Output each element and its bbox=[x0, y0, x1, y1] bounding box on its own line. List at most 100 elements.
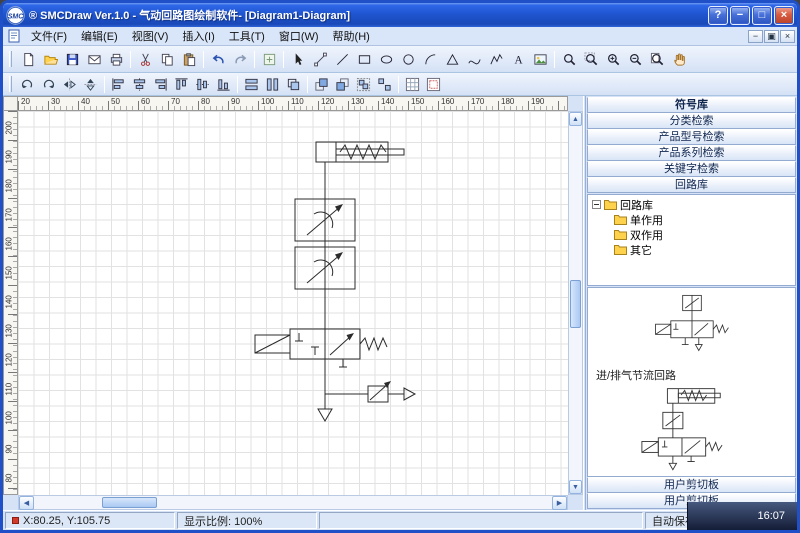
cut-button[interactable] bbox=[134, 48, 156, 70]
align-right-button[interactable] bbox=[150, 74, 171, 94]
mdi-minimize-button[interactable]: − bbox=[748, 30, 763, 43]
toolbar-separator bbox=[554, 51, 555, 68]
bring-front-button[interactable] bbox=[311, 74, 332, 94]
align-top-button[interactable] bbox=[171, 74, 192, 94]
zoom-window-button[interactable] bbox=[580, 48, 602, 70]
rotate-left-button[interactable] bbox=[17, 74, 38, 94]
scroll-right-arrow[interactable]: ▶ bbox=[552, 496, 567, 510]
align-middle-button[interactable] bbox=[192, 74, 213, 94]
user-clipboard-button-0[interactable]: 用户剪切板 bbox=[587, 477, 796, 493]
same-height-button[interactable] bbox=[262, 74, 283, 94]
minimize-button[interactable]: − bbox=[730, 6, 750, 25]
zoom-out-button[interactable] bbox=[624, 48, 646, 70]
help-button[interactable]: ? bbox=[708, 6, 728, 25]
tree-item-双作用[interactable]: 双作用 bbox=[590, 227, 793, 242]
ruler-number: 160 bbox=[441, 97, 454, 106]
mail-button[interactable] bbox=[83, 48, 105, 70]
text-button[interactable]: A bbox=[507, 48, 529, 70]
open-button[interactable] bbox=[39, 48, 61, 70]
menu-item-窗口(W)[interactable]: 窗口(W) bbox=[272, 26, 326, 46]
sidebar-button-回路库[interactable]: 回路库 bbox=[587, 177, 796, 193]
save-button[interactable] bbox=[61, 48, 83, 70]
select-button[interactable] bbox=[287, 48, 309, 70]
zoom-button[interactable] bbox=[558, 48, 580, 70]
zoom-in-button[interactable] bbox=[602, 48, 624, 70]
tree-item-单作用[interactable]: 单作用 bbox=[590, 212, 793, 227]
rect-button[interactable] bbox=[353, 48, 375, 70]
scroll-left-arrow[interactable]: ◀ bbox=[19, 496, 34, 510]
horizontal-scrollbar[interactable]: ◀ ▶ bbox=[18, 495, 568, 510]
drawing-canvas[interactable] bbox=[18, 111, 568, 495]
ruler-number: 160 bbox=[5, 233, 14, 251]
mdi-close-button[interactable]: × bbox=[780, 30, 795, 43]
paste-button[interactable] bbox=[178, 48, 200, 70]
align-bottom-button[interactable] bbox=[213, 74, 234, 94]
rotate-right-button[interactable] bbox=[38, 74, 59, 94]
toolbar-grip[interactable] bbox=[9, 51, 12, 67]
vertical-scrollbar[interactable]: ▲ ▼ bbox=[568, 111, 583, 495]
sidebar-button-产品系列检索[interactable]: 产品系列检索 bbox=[587, 145, 796, 161]
menu-item-文件(F)[interactable]: 文件(F) bbox=[24, 26, 74, 46]
maximize-button[interactable]: □ bbox=[752, 6, 772, 25]
align-left-button[interactable] bbox=[108, 74, 129, 94]
circuit-preview-1[interactable] bbox=[637, 292, 747, 365]
same-size-button[interactable] bbox=[283, 74, 304, 94]
print-button[interactable] bbox=[105, 48, 127, 70]
horizontal-scroll-thumb[interactable] bbox=[102, 497, 157, 508]
mdi-restore-button[interactable]: ▣ bbox=[764, 30, 779, 43]
image-button[interactable] bbox=[529, 48, 551, 70]
symbol-library-header[interactable]: 符号库 bbox=[587, 97, 796, 113]
title-bar: SMC ® SMCDraw Ver.1.0 - 气动回路图绘制软件- [Diag… bbox=[3, 3, 797, 27]
line-button[interactable] bbox=[331, 48, 353, 70]
close-button[interactable]: × bbox=[774, 6, 794, 25]
copy-button[interactable] bbox=[156, 48, 178, 70]
curve-button[interactable] bbox=[463, 48, 485, 70]
vertical-scroll-thumb[interactable] bbox=[570, 280, 581, 328]
ellipse-button[interactable] bbox=[375, 48, 397, 70]
ungroup-button[interactable] bbox=[374, 74, 395, 94]
scroll-up-arrow[interactable]: ▲ bbox=[569, 112, 582, 126]
redo-button[interactable] bbox=[229, 48, 251, 70]
group-button[interactable] bbox=[353, 74, 374, 94]
tree-item-其它[interactable]: 其它 bbox=[590, 242, 793, 257]
menu-item-工具(T)[interactable]: 工具(T) bbox=[222, 26, 272, 46]
node-button[interactable] bbox=[309, 48, 331, 70]
fit-page-button[interactable] bbox=[423, 74, 444, 94]
same-size-icon bbox=[286, 77, 301, 92]
grid-button[interactable] bbox=[402, 74, 423, 94]
toolbar-separator bbox=[237, 76, 238, 93]
menu-item-编辑(E)[interactable]: 编辑(E) bbox=[74, 26, 125, 46]
line-icon bbox=[335, 52, 350, 67]
undo-button[interactable] bbox=[207, 48, 229, 70]
new-button[interactable] bbox=[17, 48, 39, 70]
object-button[interactable] bbox=[258, 48, 280, 70]
ruler-number: 140 bbox=[381, 97, 394, 106]
menu-item-插入(I)[interactable]: 插入(I) bbox=[175, 26, 221, 46]
zoom-page-button[interactable] bbox=[646, 48, 668, 70]
paste-icon bbox=[182, 52, 197, 67]
tree-collapse-icon[interactable] bbox=[592, 200, 601, 209]
smc-logo-icon: SMC bbox=[6, 6, 25, 25]
tree-item-root[interactable]: 回路库 bbox=[590, 197, 793, 212]
circuit-preview-2[interactable] bbox=[637, 385, 747, 476]
toolbar-grip[interactable] bbox=[9, 76, 12, 92]
pan-button[interactable] bbox=[668, 48, 690, 70]
circle-button[interactable] bbox=[397, 48, 419, 70]
same-width-button[interactable] bbox=[241, 74, 262, 94]
send-back-button[interactable] bbox=[332, 74, 353, 94]
align-left-icon bbox=[111, 77, 126, 92]
menu-item-视图(V)[interactable]: 视图(V) bbox=[125, 26, 176, 46]
scroll-down-arrow[interactable]: ▼ bbox=[569, 480, 582, 494]
align-center-button[interactable] bbox=[129, 74, 150, 94]
sidebar-button-产品型号检索[interactable]: 产品型号检索 bbox=[587, 129, 796, 145]
sidebar-button-关键字检索[interactable]: 关键字检索 bbox=[587, 161, 796, 177]
polyline-button[interactable] bbox=[485, 48, 507, 70]
triangle-button[interactable] bbox=[441, 48, 463, 70]
menu-item-帮助(H)[interactable]: 帮助(H) bbox=[326, 26, 377, 46]
circuit-diagram[interactable] bbox=[18, 111, 568, 495]
flip-h-button[interactable] bbox=[59, 74, 80, 94]
toolbar-separator bbox=[254, 51, 255, 68]
flip-v-button[interactable] bbox=[80, 74, 101, 94]
arc-button[interactable] bbox=[419, 48, 441, 70]
sidebar-button-分类检索[interactable]: 分类检索 bbox=[587, 113, 796, 129]
